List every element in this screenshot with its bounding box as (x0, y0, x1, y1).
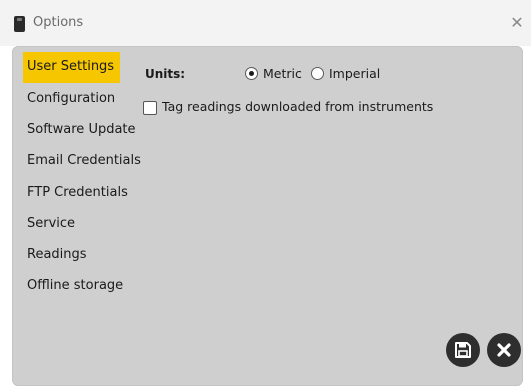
cancel-button[interactable] (487, 333, 521, 367)
close-icon[interactable]: ✕ (507, 13, 527, 33)
app-device-icon (14, 16, 25, 32)
cancel-icon (497, 343, 511, 357)
imperial-radio-label[interactable]: Imperial (329, 66, 380, 81)
nav-item-user-settings[interactable]: User Settings (23, 52, 121, 83)
options-window: Options ✕ User Settings Configuration So… (0, 0, 531, 386)
metric-radio[interactable] (245, 67, 258, 80)
nav-item-email-credentials[interactable]: Email Credentials (23, 146, 147, 177)
nav-item-ftp-credentials[interactable]: FTP Credentials (23, 178, 134, 209)
tag-readings-label[interactable]: Tag readings downloaded from instruments (162, 99, 433, 114)
nav-item-service[interactable]: Service (23, 209, 81, 240)
imperial-radio[interactable] (311, 67, 324, 80)
tag-readings-checkbox[interactable] (143, 101, 157, 115)
save-button[interactable] (446, 333, 480, 367)
options-panel: User Settings Configuration Software Upd… (12, 46, 523, 386)
nav-item-readings[interactable]: Readings (23, 240, 93, 271)
save-icon (455, 342, 471, 358)
nav-item-offline-storage[interactable]: Offline storage (23, 271, 129, 302)
metric-radio-label[interactable]: Metric (263, 66, 302, 81)
title-bar: Options ✕ (0, 0, 531, 46)
window-title: Options (33, 15, 84, 30)
nav-item-software-update[interactable]: Software Update (23, 115, 142, 146)
units-label: Units: (145, 67, 186, 81)
nav-item-configuration[interactable]: Configuration (23, 84, 121, 115)
